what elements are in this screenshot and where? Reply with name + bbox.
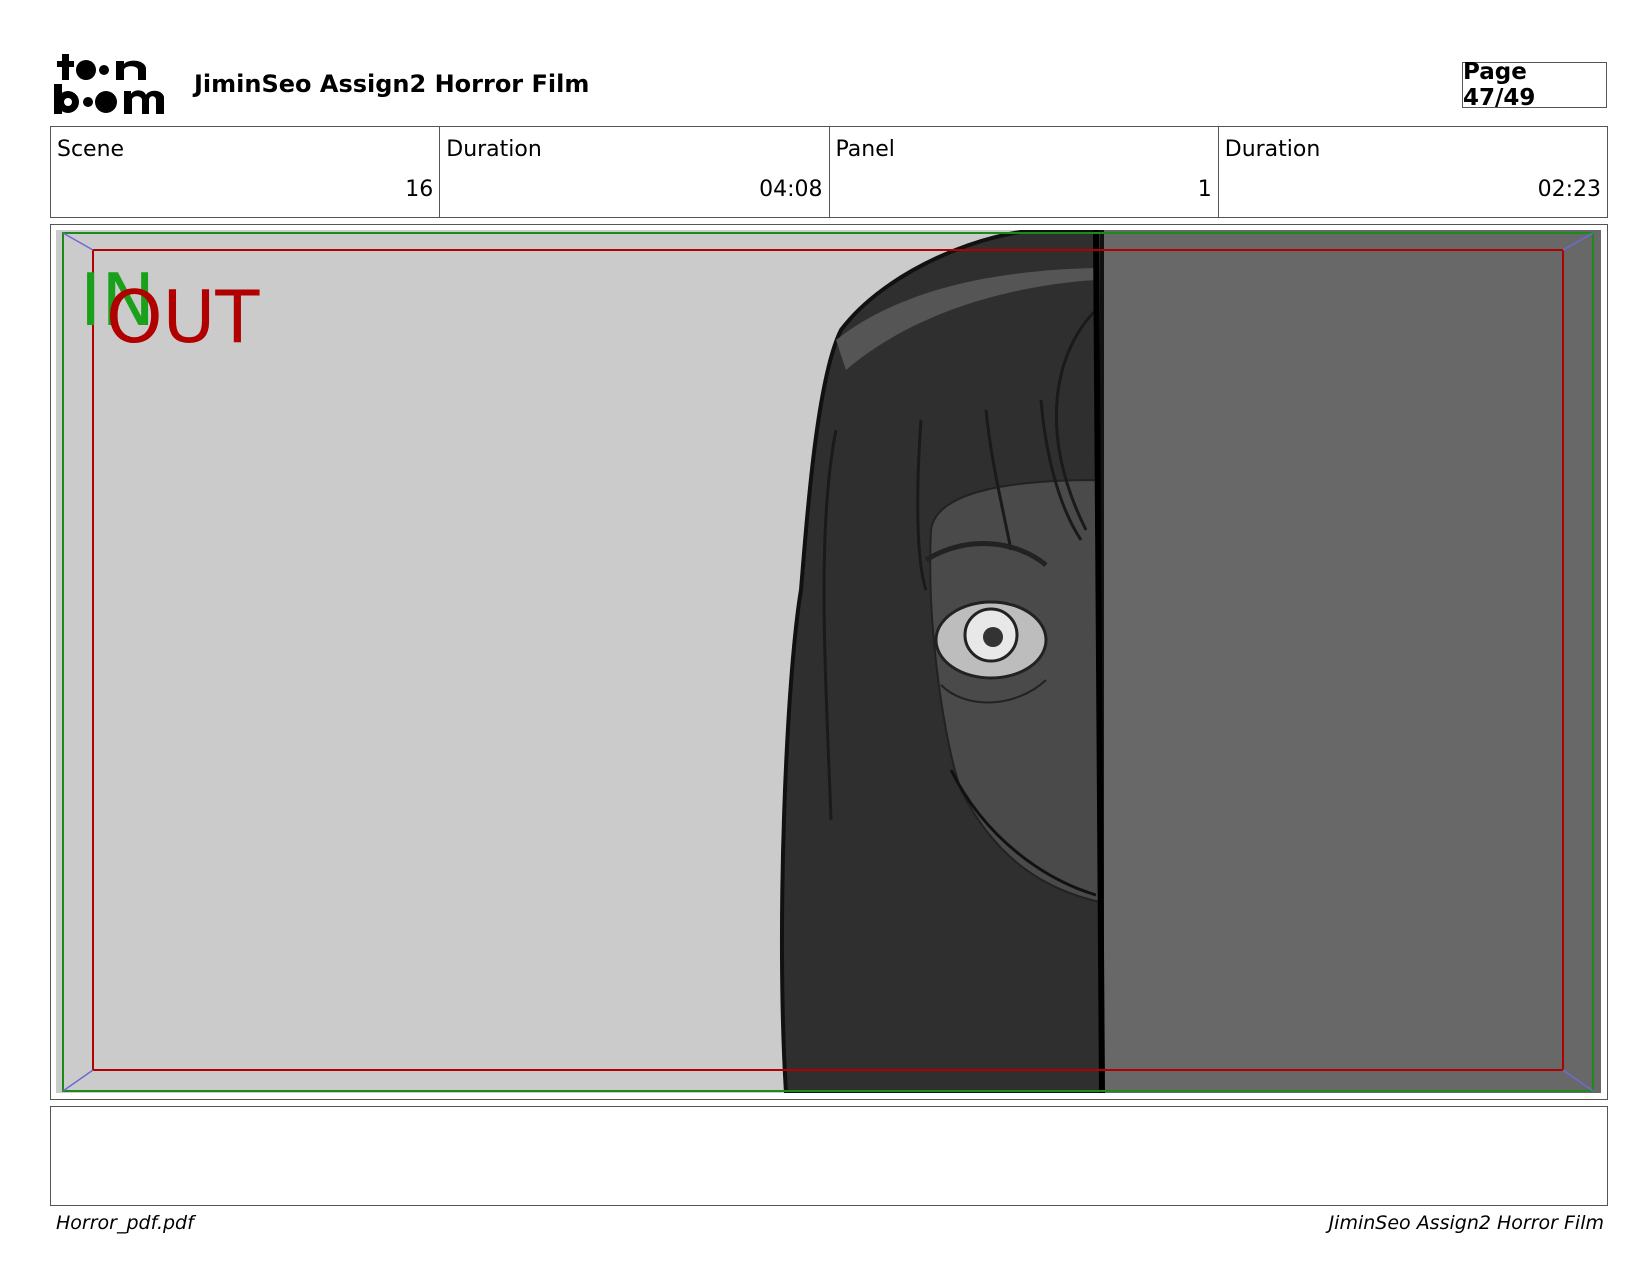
panel-label: Panel (835, 137, 895, 162)
scene-duration-cell: Duration 04:08 (440, 127, 830, 217)
project-title: JiminSeo Assign2 Horror Film (194, 70, 590, 98)
panel-notes (50, 1106, 1608, 1206)
scene-cell: Scene 16 (51, 127, 441, 217)
scene-duration-value: 04:08 (759, 177, 823, 202)
panel-value: 1 (1197, 177, 1212, 202)
scene-value: 16 (405, 177, 434, 202)
scene-duration-label: Duration (446, 137, 542, 162)
panel-duration-value: 02:23 (1537, 177, 1601, 202)
panel-cell: Panel 1 (830, 127, 1219, 217)
storyboard-panel: IN OUT (50, 224, 1608, 1100)
pupil (983, 627, 1003, 647)
scene-label: Scene (57, 137, 125, 162)
scene-info-table: Scene 16 Duration 04:08 Panel 1 Duration… (50, 126, 1608, 218)
panel-duration-cell: Duration 02:23 (1219, 127, 1607, 217)
footer-file-name: Horror_pdf.pdf (56, 1212, 194, 1234)
toon-boom-logo (54, 54, 164, 114)
panel-duration-label: Duration (1224, 137, 1321, 162)
panel-drawing: IN OUT (56, 230, 1601, 1093)
footer-project-title: JiminSeo Assign2 Horror Film (1328, 1212, 1604, 1234)
out-label: OUT (106, 275, 260, 359)
page-number: Page 47/49 (1462, 59, 1607, 111)
door-shape (1096, 230, 1601, 1093)
